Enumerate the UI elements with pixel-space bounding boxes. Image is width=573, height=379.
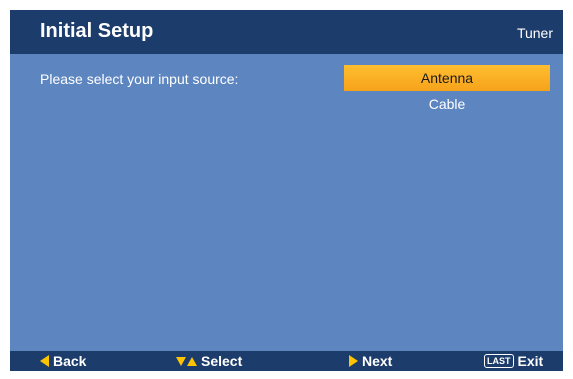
input-source-list: Antenna Cable bbox=[344, 65, 550, 117]
section-label: Tuner bbox=[516, 25, 553, 41]
select-label: Select bbox=[201, 353, 243, 369]
option-cable[interactable]: Cable bbox=[344, 91, 550, 117]
up-arrow-icon bbox=[187, 356, 197, 366]
last-key-icon: LAST bbox=[484, 354, 514, 368]
footer-bar: Back Select Next LAST Exit bbox=[10, 351, 563, 371]
header-bar: Initial Setup Tuner bbox=[10, 10, 563, 54]
setup-screen: Initial Setup Tuner Please select your i… bbox=[10, 10, 563, 371]
option-antenna[interactable]: Antenna bbox=[344, 65, 550, 91]
back-hint[interactable]: Back bbox=[40, 353, 86, 369]
next-label: Next bbox=[362, 353, 393, 369]
down-arrow-icon bbox=[176, 356, 186, 366]
next-hint[interactable]: Next bbox=[349, 353, 392, 369]
exit-hint[interactable]: LAST Exit bbox=[484, 353, 543, 369]
exit-label: Exit bbox=[517, 353, 544, 369]
prompt-text: Please select your input source: bbox=[40, 71, 239, 87]
right-arrow-icon bbox=[349, 355, 358, 367]
select-hint[interactable]: Select bbox=[176, 353, 242, 369]
back-label: Back bbox=[53, 353, 87, 369]
page-title: Initial Setup bbox=[40, 20, 154, 42]
left-arrow-icon bbox=[40, 355, 49, 367]
